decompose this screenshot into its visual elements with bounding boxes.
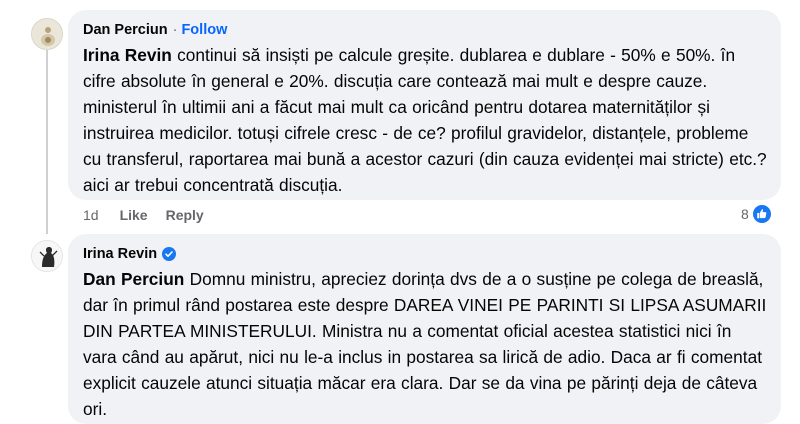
like-icon	[751, 204, 772, 224]
avatar-image-icon	[32, 241, 62, 271]
separator-dot: ·	[172, 22, 178, 38]
comment-text: Dan Perciun Domnu ministru, apreciez dor…	[83, 266, 769, 422]
like-button[interactable]: Like	[120, 207, 148, 223]
thread-line	[46, 44, 48, 234]
reaction-count: 8	[741, 206, 749, 222]
reaction-summary[interactable]: 8	[741, 204, 772, 224]
avatar[interactable]	[31, 240, 63, 272]
follow-button[interactable]: Follow	[181, 22, 227, 38]
comment-bubble: Dan Perciun · Follow Irina Revin continu…	[68, 10, 781, 200]
comment-body: Domnu ministru, apreciez dorința dvs de …	[83, 269, 767, 419]
comment-timestamp[interactable]: 1d	[83, 207, 99, 223]
comment-actions: 1d Like Reply	[83, 205, 204, 225]
avatar[interactable]	[31, 18, 63, 50]
reply-button[interactable]: Reply	[166, 207, 204, 223]
comment-body: continui să insiști pe calcule greșite. …	[83, 45, 767, 195]
comment-header: Irina Revin	[83, 244, 769, 264]
mention-link[interactable]: Dan Perciun	[83, 269, 184, 289]
comment-author[interactable]: Dan Perciun	[83, 22, 168, 38]
comment-author[interactable]: Irina Revin	[83, 246, 157, 262]
mention-link[interactable]: Irina Revin	[83, 45, 172, 65]
comment-text: Irina Revin continui să insiști pe calcu…	[83, 42, 769, 198]
avatar-image-icon	[32, 19, 62, 49]
verified-badge-icon	[162, 247, 177, 261]
comment-header: Dan Perciun · Follow	[83, 20, 769, 40]
comment-bubble: Irina Revin Dan Perciun Domnu ministru, …	[68, 234, 781, 424]
